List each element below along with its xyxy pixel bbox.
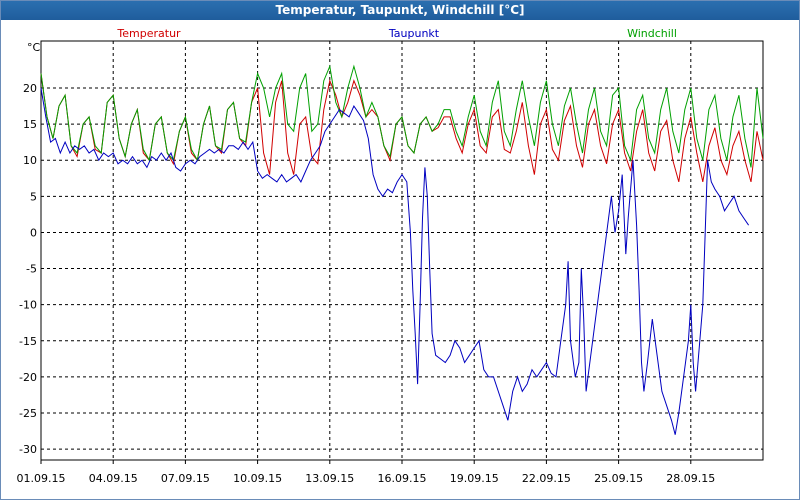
x-tick-label: 16.09.15	[378, 472, 427, 485]
legend-taupunkt: Taupunkt	[388, 27, 440, 40]
y-tick-label: -10	[19, 299, 37, 312]
line-chart: 20 15 10 5 0 -5 -10 -15 -20 -25 -30 01.09.15 04.09.1…	[17, 27, 764, 485]
y-tick-label: 5	[30, 190, 37, 203]
chart-window: Temperatur, Taupunkt, Windchill [°C] 20 1…	[0, 0, 800, 500]
x-tick-label: 13.09.15	[305, 472, 354, 485]
y-tick-label: 0	[30, 226, 37, 239]
y-tick-label: 10	[23, 154, 37, 167]
legend-temperatur: Temperatur	[116, 27, 181, 40]
x-tick-label: 19.09.15	[450, 472, 499, 485]
x-tick-label: 25.09.15	[594, 472, 643, 485]
x-tick-label: 07.09.15	[161, 472, 210, 485]
x-tick-label: 28.09.15	[666, 472, 715, 485]
x-tick-label: 01.09.15	[17, 472, 66, 485]
y-tick-label: 15	[23, 118, 37, 131]
y-tick-label: -20	[19, 371, 37, 384]
x-tick-label: 22.09.15	[522, 472, 571, 485]
x-tick-label: 04.09.15	[89, 472, 138, 485]
y-tick-label: -5	[26, 263, 37, 276]
legend-windchill: Windchill	[627, 27, 677, 40]
x-tick-label: 10.09.15	[233, 472, 282, 485]
y-tick-label: -25	[19, 407, 37, 420]
y-tick-label: -15	[19, 335, 37, 348]
y-tick-label: 20	[23, 82, 37, 95]
y-axis-label: °C	[27, 41, 41, 54]
y-tick-label: -30	[19, 443, 37, 456]
